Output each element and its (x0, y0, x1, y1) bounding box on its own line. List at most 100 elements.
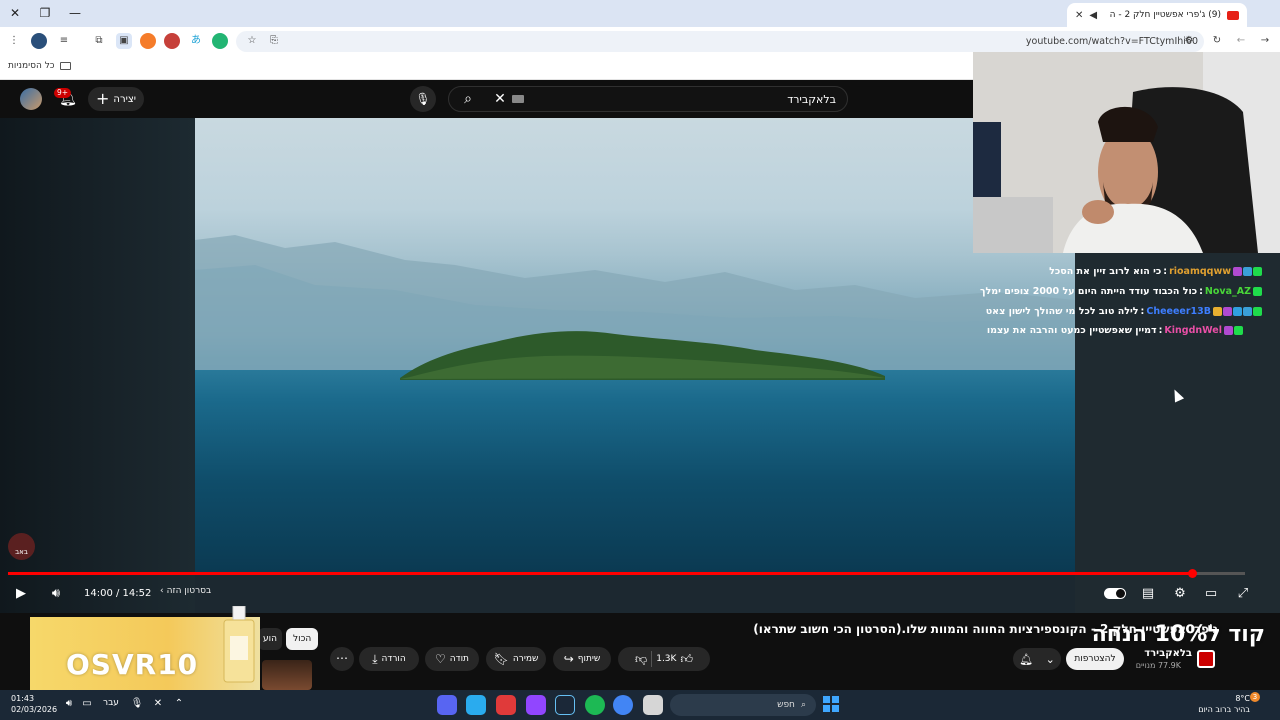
share-label: שיתוף (577, 654, 601, 664)
chat-username[interactable]: Nova_AZ (1205, 286, 1251, 297)
recommendation-thumbnail[interactable] (262, 660, 312, 690)
steam-app-icon[interactable] (555, 695, 575, 715)
chat-message: rioamqqww : כי הוא לרוב זיין את הסכל (1049, 266, 1262, 277)
keyboard-icon[interactable] (512, 95, 524, 103)
taskbar-search[interactable]: ⌕ חפש (670, 694, 816, 716)
menu-dots-icon[interactable]: ⋮ (6, 33, 22, 49)
chat-text: לילה טוב לכל מי שהולך לישון צאט (985, 306, 1139, 317)
thumbs-up-icon[interactable]: 👍︎ (680, 652, 693, 667)
more-actions-icon[interactable]: ⋯ (330, 647, 354, 671)
network-tray-icon[interactable]: ▭ (80, 697, 94, 711)
url-text[interactable]: youtube.com/watch?v=FTCtymIhi60 (1026, 36, 1198, 47)
fullscreen-icon[interactable]: ⤢ (1234, 585, 1252, 603)
weather-widget[interactable]: 8°C בהיר ברוב היום (1198, 693, 1250, 715)
minimize-window-icon[interactable]: — (65, 4, 85, 22)
search-input[interactable] (530, 90, 836, 108)
star-badge-icon (1213, 307, 1222, 316)
speaker-icon[interactable]: ◀ (1089, 10, 1097, 21)
channel-avatar[interactable] (1197, 650, 1215, 668)
grammarly-icon[interactable] (212, 33, 228, 49)
settings-gear-icon[interactable]: ⚙ (1171, 585, 1189, 603)
extensions-icon[interactable]: ⧉ (91, 33, 107, 49)
restore-window-icon[interactable]: ❐ (35, 4, 55, 22)
app-red-icon[interactable] (496, 695, 516, 715)
play-icon[interactable]: ▶ (12, 585, 30, 603)
start-tile (823, 696, 830, 703)
discord-app-icon[interactable] (437, 695, 457, 715)
notification-settings-button[interactable]: 🔔︎ ⌄ (1013, 648, 1061, 670)
autoplay-toggle[interactable] (1104, 588, 1126, 599)
language-indicator[interactable]: עבר (103, 698, 119, 708)
bluetooth-tray-icon[interactable]: ✕ (151, 697, 165, 711)
mic-tray-icon[interactable]: 🎙︎ (130, 697, 144, 711)
browser-tab[interactable]: (9) ג'פרי אפשטיין חלק 2 - ה ◀ ✕ (1067, 3, 1247, 27)
channel-watermark[interactable]: באב (8, 533, 35, 560)
thanks-label: תודה (449, 654, 469, 664)
extension-icon[interactable]: ▣ (116, 33, 132, 49)
chat-username[interactable]: rioamqqww (1169, 266, 1231, 277)
chat-badges (1224, 326, 1243, 335)
file-explorer-app-icon[interactable] (643, 695, 663, 715)
chat-text: כי הוא לרוב זיין את הסכל (1049, 266, 1162, 277)
ad-promo-code: OSVR10 (66, 648, 199, 681)
voice-search-mic-icon[interactable]: 🎙︎ (410, 86, 436, 112)
chip-all[interactable]: הכול (286, 628, 319, 650)
all-bookmarks-button[interactable]: כל הסימניות (8, 61, 71, 71)
save-button[interactable]: שמירה 🔖︎ (486, 647, 546, 671)
show-hidden-icons-icon[interactable]: ⌃ (172, 697, 186, 711)
weather-badge: 3 (1250, 692, 1260, 702)
profile-icon[interactable] (31, 33, 47, 49)
notifications-badge: 9+ (54, 88, 72, 98)
close-tab-icon[interactable]: ✕ (1075, 10, 1083, 21)
telegram-app-icon[interactable] (466, 695, 486, 715)
extension-red-icon[interactable] (164, 33, 180, 49)
share-button[interactable]: שיתוף ↪ (553, 647, 611, 671)
extension-orange-icon[interactable] (140, 33, 156, 49)
chevron-right-icon: › (160, 586, 164, 596)
twitch-app-icon[interactable] (526, 695, 546, 715)
clear-search-icon[interactable]: ✕ (492, 88, 508, 110)
reading-list-icon[interactable]: ≡ (56, 33, 72, 49)
like-count[interactable]: 1.3K (656, 654, 676, 664)
thumbs-down-icon[interactable]: 👎︎ (635, 652, 647, 667)
clock-date: 02/03/2026 (11, 705, 58, 714)
chat-separator: : (1163, 266, 1168, 277)
captions-icon[interactable]: ▤ (1139, 585, 1157, 603)
bookmark-star-icon[interactable]: ☆ (244, 33, 260, 49)
create-button[interactable]: יצירה + (88, 87, 144, 111)
thanks-button[interactable]: תודה ♡ (425, 647, 479, 671)
diamond-badge-icon (1233, 307, 1242, 316)
back-icon[interactable]: → (1257, 33, 1273, 49)
spotify-app-icon[interactable] (585, 695, 605, 715)
kick-badge-icon (1234, 326, 1243, 335)
chat-message: KingdnWel : דמיין שאפשטיין כמעט והרבה את… (987, 325, 1243, 336)
progress-scrubber-handle[interactable] (1188, 569, 1197, 578)
chrome-app-icon[interactable] (613, 695, 633, 715)
windows-start-icon[interactable] (823, 696, 839, 712)
autoplay-knob (1116, 589, 1125, 598)
forward-icon[interactable]: ← (1233, 33, 1249, 49)
translate-icon[interactable]: あ (188, 33, 204, 49)
chip-related[interactable]: הוע (258, 628, 282, 650)
chat-separator: : (1158, 325, 1163, 336)
chat-badges (1253, 287, 1262, 296)
speaker-tray-icon[interactable]: 🔊︎ (62, 697, 76, 711)
close-window-icon[interactable]: ✕ (5, 4, 25, 22)
site-settings-icon[interactable]: ⚙ (1181, 33, 1197, 49)
download-icon: ⤓ (372, 651, 378, 666)
channel-name[interactable]: בלאקבירד (1144, 648, 1192, 659)
avatar[interactable] (20, 88, 42, 110)
system-clock[interactable]: 01:43 02/03/2026 (11, 693, 57, 715)
chat-message: Nova_AZ : כול הכבוד עודד הייתה היום על 2… (980, 286, 1262, 297)
chat-username[interactable]: KingdnWel (1164, 325, 1222, 336)
save-label: שמירה (512, 654, 539, 664)
chat-username[interactable]: Cheeeer13B (1146, 306, 1211, 317)
cast-icon[interactable]: ⎘ (266, 33, 282, 49)
volume-icon[interactable]: 🔊︎ (46, 585, 66, 603)
subscribe-button[interactable]: להצטרפות (1066, 648, 1124, 670)
download-button[interactable]: הורדה ⤓ (359, 647, 419, 671)
reload-icon[interactable]: ↻ (1209, 33, 1225, 49)
theater-mode-icon[interactable]: ▭ (1202, 585, 1220, 603)
chapter-button[interactable]: בסרטון הזה › (160, 586, 211, 596)
search-icon[interactable]: ⌕ (456, 88, 480, 110)
